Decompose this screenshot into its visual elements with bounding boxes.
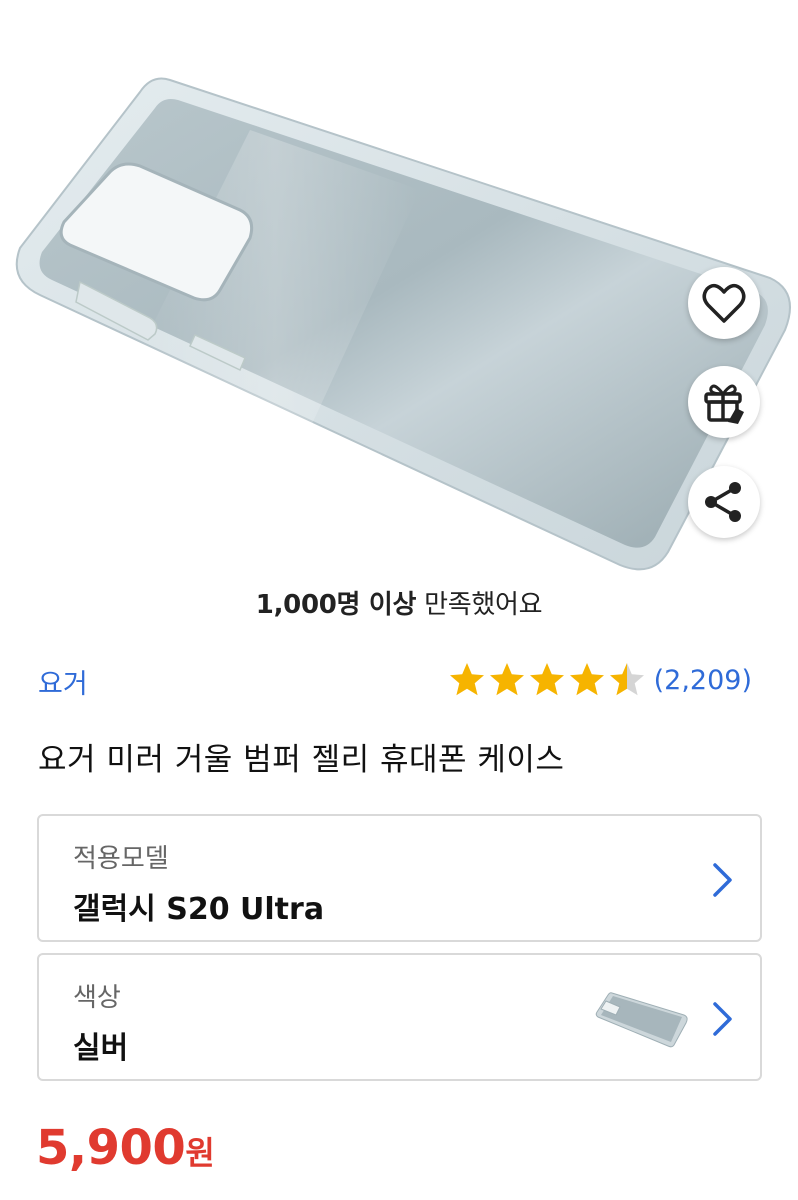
silver-case-thumbnail xyxy=(595,992,688,1048)
share-button[interactable] xyxy=(688,466,760,538)
color-option[interactable]: 색상 실버 xyxy=(37,953,762,1081)
product-image xyxy=(0,0,798,580)
price: 5,900원 xyxy=(36,1120,215,1176)
satisfaction-suffix: 만족했어요 xyxy=(416,590,543,620)
star-icon xyxy=(449,663,484,696)
star-icon xyxy=(489,663,524,696)
chevron-right-icon xyxy=(713,863,732,897)
phone-case-image xyxy=(15,77,791,571)
product-title: 요거 미러 거울 범퍼 젤리 휴대폰 케이스 xyxy=(38,742,565,778)
brand-link[interactable]: 요거 xyxy=(38,662,88,701)
like-button[interactable] xyxy=(688,267,760,339)
price-amount: 5,900 xyxy=(36,1120,186,1176)
gift-icon xyxy=(704,384,744,424)
model-option[interactable]: 적용모델 갤럭시 S20 Ultra xyxy=(37,814,762,942)
chevron-right-icon xyxy=(713,1002,732,1036)
model-option-value: 갤럭시 S20 Ultra xyxy=(73,892,325,927)
rating-stars xyxy=(448,661,646,699)
satisfaction-count: 1,000명 이상 xyxy=(255,590,417,620)
color-option-label: 색상 xyxy=(73,983,121,1013)
star-icon xyxy=(609,663,644,696)
star-icon xyxy=(529,663,564,696)
rating-count: (2,209) xyxy=(653,664,752,696)
rating[interactable]: (2,209) xyxy=(448,661,752,699)
heart-icon xyxy=(702,283,746,323)
model-option-label: 적용모델 xyxy=(73,844,169,874)
color-option-value: 실버 xyxy=(73,1031,129,1066)
share-icon xyxy=(705,482,741,522)
price-unit: 원 xyxy=(185,1134,215,1172)
star-icon xyxy=(569,663,604,696)
satisfaction-text: 1,000명 이상 만족했어요 xyxy=(0,584,798,621)
gift-button[interactable] xyxy=(688,366,760,438)
